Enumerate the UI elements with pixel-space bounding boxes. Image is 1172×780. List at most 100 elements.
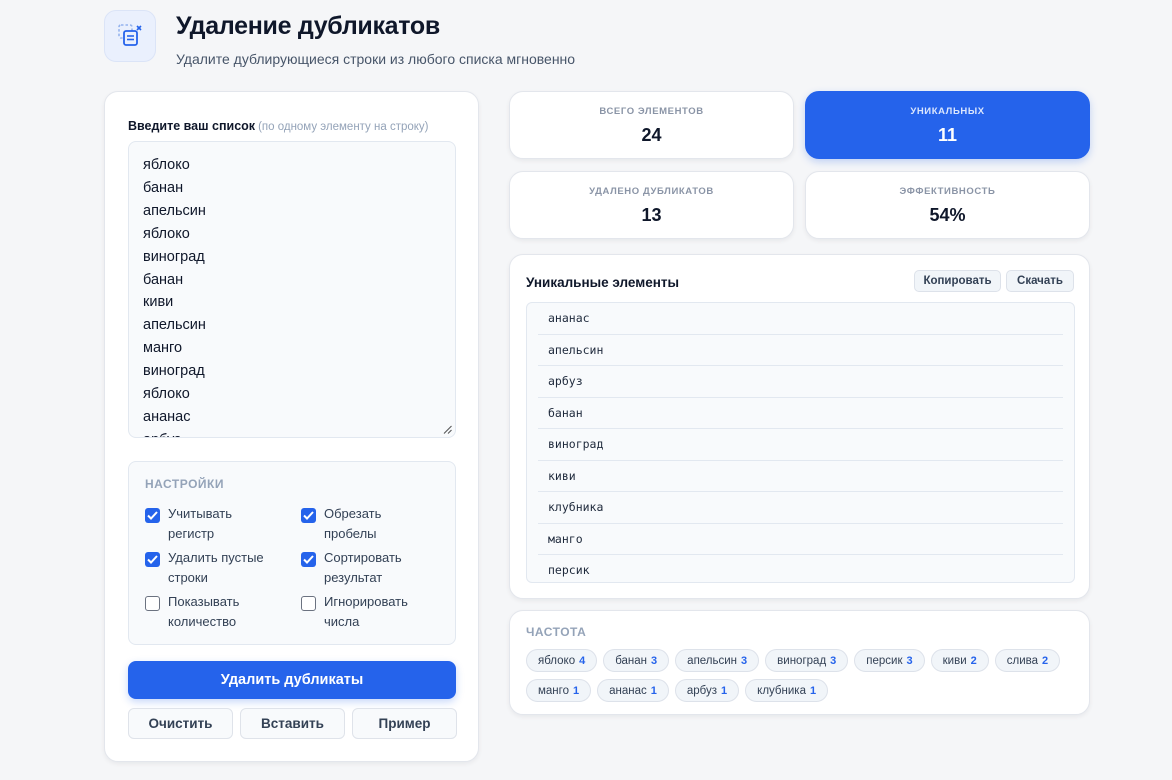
input-line: апельсин <box>143 202 206 219</box>
stat-removed-label: УДАЛЕНО ДУБЛИКАТОВ <box>589 186 714 197</box>
option-label: Показывать количество <box>168 594 240 629</box>
input-line: банан <box>143 271 184 288</box>
unique-item: клубника <box>538 492 1063 524</box>
unique-item: манго <box>538 524 1063 555</box>
stat-unique-value: 11 <box>937 125 958 145</box>
unique-panel: Уникальные элементы Копировать Скачать а… <box>509 254 1090 599</box>
stat-efficiency-label: ЭФФЕКТИВНОСТЬ <box>899 186 996 197</box>
input-label: Введите ваш список (по одному элементу на… <box>128 119 429 133</box>
settings-title: НАСТРОЙКИ <box>145 477 224 491</box>
dedupe-list-icon <box>104 10 156 62</box>
copy-button[interactable]: Копировать <box>914 270 1001 292</box>
input-line: арбуз <box>143 429 441 437</box>
option-remove-empty[interactable]: Удалить пустые строки <box>145 548 278 587</box>
input-line: ананас <box>143 408 191 425</box>
frequency-chip-count: 1 <box>573 684 580 697</box>
frequency-chip: клубника 1 <box>745 679 829 702</box>
frequency-chip-count: 3 <box>651 654 658 667</box>
option-label: Удалить пустые строки <box>168 550 264 585</box>
option-ignore-numbers[interactable]: Игнорировать числа <box>301 592 434 631</box>
stat-unique-label: УНИКАЛЬНЫХ <box>910 106 985 117</box>
list-textarea[interactable]: яблоко банан апельсин яблоко виноград банан ки… <box>128 141 456 438</box>
option-label: Сортировать результат <box>324 550 402 585</box>
check-icon <box>147 555 158 564</box>
frequency-chip: манго 1 <box>526 679 592 702</box>
option-case-sensitive[interactable]: Учитывать регистр <box>145 504 278 543</box>
settings-panel: НАСТРОЙКИ Учитывать регистр Обрезать проб… <box>128 461 456 645</box>
unique-item: персик <box>538 555 1063 582</box>
paste-button[interactable]: Вставить <box>240 708 345 739</box>
remove-duplicates-button[interactable]: Удалить дубликаты <box>128 661 456 699</box>
frequency-chip-name: яблоко <box>538 654 576 667</box>
input-line: яблоко <box>143 386 190 403</box>
stat-total-label: ВСЕГО ЭЛЕМЕНТОВ <box>599 106 704 117</box>
frequency-chip: банан 3 <box>603 649 670 672</box>
frequency-chip: слива 2 <box>994 649 1061 672</box>
checkbox-case-sensitive[interactable] <box>145 508 160 523</box>
option-label: Обрезать пробелы <box>324 506 382 541</box>
check-icon <box>303 511 314 520</box>
unique-list[interactable]: ананас апельсин арбуз банан виноград киви клуб… <box>526 302 1075 583</box>
input-line: манго <box>143 340 183 357</box>
frequency-chip-count: 3 <box>906 654 913 667</box>
option-sort-result[interactable]: Сортировать результат <box>301 548 434 587</box>
example-button[interactable]: Пример <box>352 708 457 739</box>
checkbox-ignore-numbers[interactable] <box>301 596 316 611</box>
frequency-chip-count: 2 <box>970 654 977 667</box>
option-trim-spaces[interactable]: Обрезать пробелы <box>301 504 434 543</box>
input-line: виноград <box>143 248 205 265</box>
input-panel: Введите ваш список (по одному элементу на… <box>104 91 479 762</box>
stat-efficiency-value: 54% <box>929 205 966 225</box>
stat-total: ВСЕГО ЭЛЕМЕНТОВ 24 <box>509 91 794 159</box>
frequency-panel: ЧАСТОТА яблоко 4 банан 3 апельсин 3 виноград 3 п… <box>509 610 1090 715</box>
frequency-chip: арбуз 1 <box>674 679 740 702</box>
input-line: яблоко <box>143 157 190 173</box>
frequency-chip-name: апельсин <box>687 654 738 667</box>
option-label: Учитывать регистр <box>168 506 233 541</box>
input-line: банан <box>143 179 184 196</box>
frequency-chip-name: слива <box>1006 654 1039 667</box>
unique-item: виноград <box>538 429 1063 461</box>
frequency-chip-name: киви <box>942 654 967 667</box>
unique-item: арбуз <box>538 366 1063 398</box>
check-icon <box>147 511 158 520</box>
unique-item: банан <box>538 398 1063 429</box>
unique-item: ананас <box>538 303 1063 335</box>
frequency-chip: персик 3 <box>854 649 925 672</box>
input-line: киви <box>143 294 174 311</box>
frequency-chip: виноград 3 <box>765 649 849 672</box>
frequency-chip-name: банан <box>615 654 648 667</box>
frequency-chip-count: 1 <box>721 684 728 697</box>
stat-removed: УДАЛЕНО ДУБЛИКАТОВ 13 <box>509 171 794 239</box>
checkbox-show-count[interactable] <box>145 596 160 611</box>
resize-handle-icon[interactable] <box>443 425 452 434</box>
page-subtitle: Удалите дублирующиеся строки из любого с… <box>176 51 576 67</box>
option-show-count[interactable]: Показывать количество <box>145 592 278 631</box>
frequency-title: ЧАСТОТА <box>526 625 587 639</box>
clear-button[interactable]: Очистить <box>128 708 233 739</box>
checkbox-sort-result[interactable] <box>301 552 316 567</box>
frequency-chip-name: арбуз <box>686 684 718 697</box>
frequency-chip-name: персик <box>866 654 903 667</box>
input-hint: (по одному элементу на строку) <box>258 121 429 133</box>
frequency-chip-name: манго <box>538 684 569 697</box>
checkbox-trim-spaces[interactable] <box>301 508 316 523</box>
input-line: апельсин <box>143 317 206 334</box>
frequency-chip: апельсин 3 <box>675 649 760 672</box>
download-button[interactable]: Скачать <box>1006 270 1074 292</box>
checkbox-remove-empty[interactable] <box>145 552 160 567</box>
frequency-chip-count: 2 <box>1042 654 1049 667</box>
page-title: Удаление дубликатов <box>176 12 440 40</box>
frequency-chip-count: 3 <box>741 654 748 667</box>
frequency-chip-name: виноград <box>777 654 827 667</box>
frequency-chip: киви 2 <box>930 649 989 672</box>
frequency-chip-name: клубника <box>757 684 806 697</box>
page-header: Удаление дубликатов Удалите дублирующиес… <box>104 10 575 67</box>
input-line: виноград <box>143 363 205 380</box>
stat-total-value: 24 <box>641 125 662 145</box>
frequency-chip: яблоко 4 <box>526 649 598 672</box>
frequency-chips: яблоко 4 банан 3 апельсин 3 виноград 3 персик 3 ки… <box>526 649 1076 702</box>
frequency-chip-name: ананас <box>609 684 647 697</box>
frequency-chip-count: 1 <box>650 684 657 697</box>
frequency-chip: ананас 1 <box>597 679 669 702</box>
